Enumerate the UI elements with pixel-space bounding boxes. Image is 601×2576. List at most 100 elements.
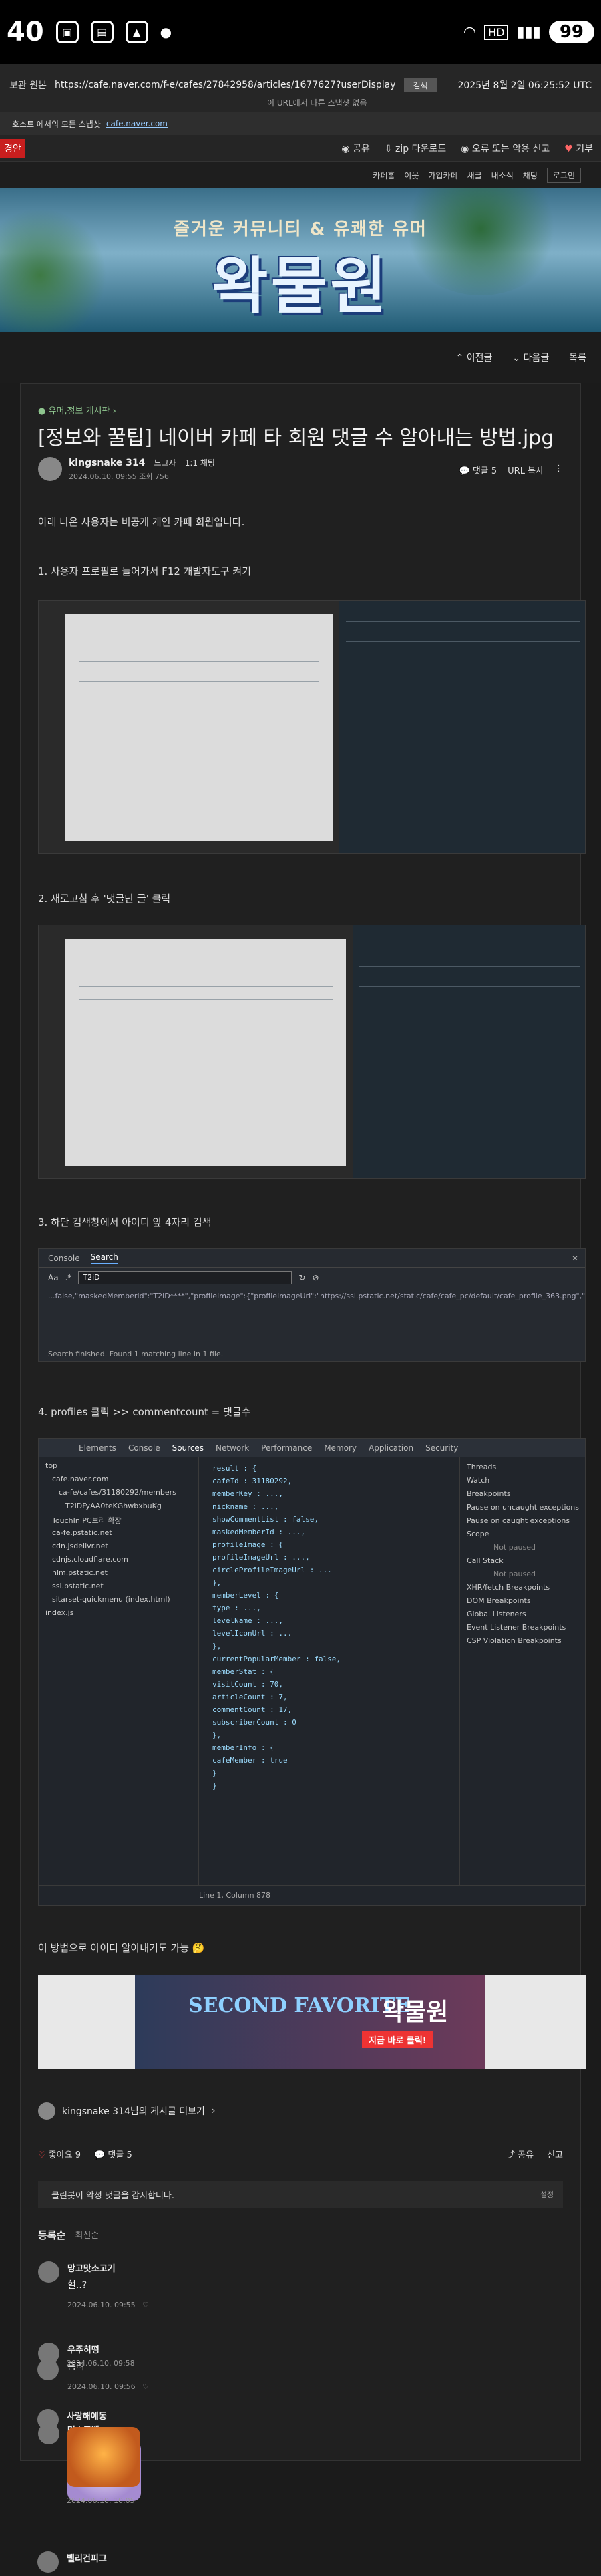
- side-item: Call Stack: [467, 1556, 504, 1565]
- side-item: XHR/fetch Breakpoints: [467, 1583, 550, 1592]
- comment-button[interactable]: 💬 댓글 5: [94, 2148, 132, 2160]
- donate-link[interactable]: ♥ 기부: [564, 142, 593, 155]
- next-post-button[interactable]: ⌄ 다음글: [512, 351, 549, 364]
- side-item: Threads: [467, 1463, 497, 1471]
- avatar[interactable]: [38, 2261, 59, 2283]
- cafe-banner[interactable]: 즐거운 커뮤니티 & 유쾌한 유머 왁물원: [0, 188, 601, 332]
- tree-item: cdnjs.cloudflare.com: [52, 1555, 128, 1564]
- more-posts-link[interactable]: kingsnake 314님의 게시글 더보기 ›: [38, 2102, 215, 2120]
- nav-chat[interactable]: 채팅: [523, 170, 538, 181]
- red-tag[interactable]: 경안: [0, 138, 25, 158]
- comment-author[interactable]: 망고맛소고기: [67, 2261, 149, 2274]
- prev-post-button[interactable]: ⌃ 이전글: [456, 351, 493, 364]
- code-line: nickname : ...,: [212, 1502, 279, 1511]
- ad-brand: 왁물원: [382, 1999, 449, 2026]
- file-tree: top cafe.naver.com ca-fe/cafes/31180292/…: [39, 1457, 199, 1885]
- dt-tab: Console: [128, 1443, 160, 1453]
- avatar[interactable]: [37, 2551, 59, 2573]
- comment-count-link[interactable]: 💬 댓글 5: [459, 464, 497, 476]
- side-item: Pause on caught exceptions: [467, 1516, 570, 1525]
- screenshot-image: [38, 600, 586, 854]
- ad-cta[interactable]: 지금 바로 클릭!: [362, 2031, 433, 2048]
- avatar[interactable]: [37, 2359, 59, 2380]
- search-button[interactable]: 검색: [403, 78, 437, 92]
- comment-author[interactable]: 벨리건피그: [67, 2551, 107, 2564]
- code-line: memberLevel : {: [212, 1591, 279, 1600]
- tree-item: cafe.naver.com: [52, 1475, 109, 1483]
- avatar[interactable]: [37, 2409, 59, 2430]
- cleanbot-setting[interactable]: 설정: [540, 2189, 563, 2200]
- comment-text: 헐..?: [67, 2280, 87, 2291]
- code-line: memberInfo : {: [212, 1743, 274, 1752]
- gallery-icon: ▤: [90, 21, 114, 43]
- console-tab: Console: [48, 1253, 80, 1263]
- code-line: commentCount : 17,: [212, 1705, 292, 1714]
- list-button[interactable]: 목록: [569, 351, 586, 364]
- tree-item: ca-fe.pstatic.net: [52, 1528, 112, 1537]
- code-line: cafeMember : true: [212, 1756, 288, 1765]
- nav-newposts[interactable]: 새글: [467, 170, 482, 181]
- avatar[interactable]: [38, 456, 62, 481]
- sort-latest[interactable]: 최신순: [75, 2228, 99, 2242]
- nav-cafehome[interactable]: 카페홈: [373, 170, 395, 181]
- author-name[interactable]: kingsnake 314: [69, 458, 145, 468]
- step3-text: 3. 하단 검색창에서 아이디 앞 4자리 검색: [38, 1216, 212, 1228]
- code-line: },: [212, 1731, 222, 1739]
- sort-registered[interactable]: 등록순: [38, 2228, 65, 2242]
- code-line: currentPopularMember : false,: [212, 1655, 341, 1663]
- article: ● 유머,정보 게시판 › [정보와 꿀팁] 네이버 카페 타 회원 댓글 수 …: [20, 383, 586, 2501]
- archive-date: 2025년 8월 2일 06:25:52 UTC: [457, 80, 592, 91]
- host-link[interactable]: cafe.naver.com: [106, 119, 168, 128]
- dt-tab: Performance: [261, 1443, 313, 1453]
- code-line: memberStat : {: [212, 1667, 274, 1676]
- comment-date: 2024.06.10. 09:56 ♡: [67, 2382, 150, 2391]
- report-button[interactable]: 신고: [547, 2148, 563, 2160]
- ad-banner[interactable]: SECOND FAVORITE 왁물원 지금 바로 클릭!: [38, 1975, 586, 2069]
- like-button[interactable]: ♡ 좋아요 9: [38, 2148, 81, 2160]
- dt-tab: Elements: [79, 1443, 116, 1453]
- share-link[interactable]: ◉ 공유: [341, 142, 369, 155]
- code-line: levelName : ...,: [212, 1616, 283, 1625]
- archive-toolbar: 경안 ◉ 공유 ⇩ zip 다운로드 ◉ 오류 또는 악용 신고 ♥ 기부: [0, 135, 601, 162]
- dt-tab: Sources: [172, 1443, 204, 1453]
- comment-author[interactable]: 우주히떵: [67, 2343, 149, 2355]
- more-icon[interactable]: ⋮: [554, 464, 563, 476]
- host-text: 호스트 에서의 모든 스냅샷: [12, 119, 101, 129]
- more-posts-text: kingsnake 314님의 게시글 더보기: [62, 2106, 205, 2117]
- side-item: Global Listeners: [467, 1610, 526, 1618]
- outro-text: 이 방법으로 아이디 알아내기도 가능 🤔: [38, 1942, 205, 1954]
- url-text[interactable]: https://cafe.naver.com/f-e/cafes/2784295…: [55, 80, 396, 90]
- report-link[interactable]: ◉ 오류 또는 악용 신고: [461, 142, 550, 155]
- zip-download-link[interactable]: ⇩ zip 다운로드: [385, 142, 446, 155]
- side-item: Watch: [467, 1476, 490, 1485]
- search-tab: Search: [90, 1252, 118, 1264]
- dt-tab: Memory: [324, 1443, 357, 1453]
- comment-author[interactable]: 사랑해예동: [67, 2409, 140, 2422]
- nav-joined[interactable]: 가입카페: [428, 170, 457, 181]
- tree-item: top: [45, 1461, 58, 1470]
- share-button[interactable]: ⤴ 공유: [506, 2148, 534, 2160]
- code-line: levelIconUrl : ...: [212, 1629, 292, 1638]
- post-title: [정보와 꿀팁] 네이버 카페 타 회원 댓글 수 알아내는 방법.jpg: [38, 426, 554, 450]
- url-copy-button[interactable]: URL 복사: [508, 464, 544, 476]
- breadcrumb[interactable]: ● 유머,정보 게시판 ›: [38, 404, 116, 416]
- nav-neighbor[interactable]: 이웃: [404, 170, 419, 181]
- comment-item: 사랑해예동 2024.06.10. 10:05: [37, 2409, 140, 2505]
- tree-item: cdn.jsdelivr.net: [52, 1542, 108, 1550]
- debugger-panel: Threads Watch Breakpoints Pause on uncau…: [459, 1457, 585, 1885]
- code-line: }: [212, 1769, 217, 1777]
- tree-item: TouchIn PC브라 확장: [52, 1516, 122, 1525]
- side-item: CSP Violation Breakpoints: [467, 1636, 562, 1645]
- dt-tab: Application: [369, 1443, 414, 1453]
- nav-mynews[interactable]: 내소식: [491, 170, 514, 181]
- tree-item: index.js: [45, 1608, 74, 1617]
- code-line: },: [212, 1642, 222, 1651]
- tree-item: ca-fe/cafes/31180292/members: [59, 1488, 176, 1497]
- login-button[interactable]: 로그인: [546, 167, 581, 183]
- chat-link[interactable]: 1:1 채팅: [185, 458, 215, 468]
- code-line: memberKey : ...,: [212, 1489, 283, 1498]
- notification-icon: ▲: [125, 21, 148, 43]
- wifi-icon: ◠: [463, 23, 477, 41]
- side-item: Breakpoints: [467, 1489, 511, 1498]
- side-item: Pause on uncaught exceptions: [467, 1503, 580, 1512]
